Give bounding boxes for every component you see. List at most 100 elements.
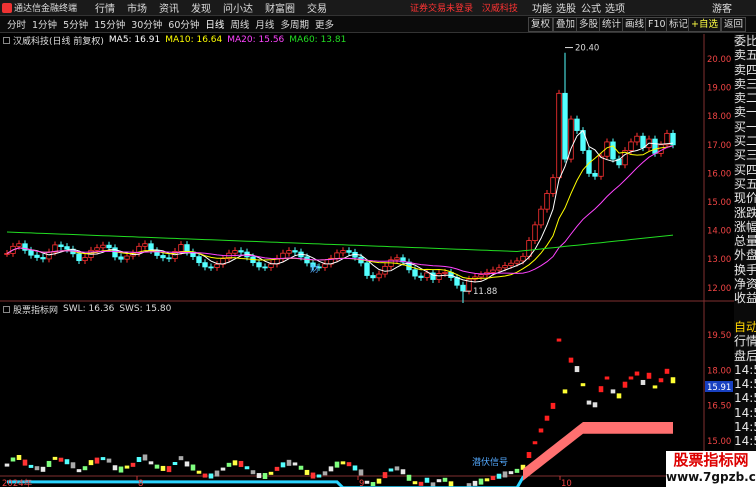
indicator-bar (190, 464, 196, 471)
candle-body (442, 271, 448, 274)
indicator-bar (388, 468, 394, 472)
side-panel-label: 总量 (734, 234, 756, 249)
side-panel-label: 收益 (734, 291, 756, 306)
candle-body (574, 118, 580, 131)
indicator-bar (568, 357, 574, 363)
candle-body (232, 250, 238, 254)
indicator-bar (472, 480, 478, 486)
indicator-bar (280, 462, 286, 468)
candle-body (382, 265, 388, 275)
watermark-title: 股票指标网 (673, 451, 749, 469)
current-price-label: 15.91 (707, 383, 731, 393)
indicator-bar (16, 454, 22, 460)
indicator-bar (502, 471, 508, 478)
site-watermark: 股票指标网 www.7gpzb.com (666, 451, 756, 487)
indicator-bar (598, 386, 604, 393)
date-axis-label: 2024年 (2, 478, 33, 487)
candle-body (118, 256, 124, 260)
indicator-bar (292, 462, 298, 466)
candle-body (76, 253, 82, 262)
indicator-bar (238, 460, 244, 467)
price-axis-label: 16.00 (707, 169, 731, 179)
indicator-bar (376, 478, 382, 484)
side-panel-label: 净资 (734, 277, 756, 292)
candle-body (556, 92, 562, 179)
indicator-bar (286, 459, 292, 466)
candle-body (478, 274, 484, 278)
indicator-bar (268, 471, 274, 475)
indicator-bar (136, 456, 142, 462)
indicator-bar (436, 479, 442, 483)
side-panel-label: 14:50 (734, 362, 756, 377)
indicator-bar (262, 473, 268, 480)
indicator-bar (166, 466, 172, 473)
candle-body (346, 250, 352, 253)
indicator-axis-label: 15.00 (707, 437, 731, 447)
indicator-bar (34, 466, 40, 471)
side-panel-label: 行情 (734, 334, 756, 349)
indicator-bar (550, 402, 556, 409)
indicator-bar (130, 462, 136, 467)
candle-body (418, 275, 424, 278)
indicator-axis-label: 19.50 (707, 331, 731, 341)
indicator-bar (220, 467, 226, 471)
side-panel-label: 现价 (734, 191, 756, 206)
candle-body (256, 262, 262, 268)
candle-body (196, 256, 202, 264)
indicator-bar (442, 477, 448, 482)
indicator-bar (52, 456, 58, 460)
indicator-bar (250, 470, 256, 475)
watermark-url: www.7gpzb.com (666, 470, 756, 484)
price-axis-label: 17.00 (707, 141, 731, 151)
candle-body (652, 138, 658, 154)
indicator-axis-label: 18.00 (707, 366, 731, 376)
indicator-bar (400, 469, 406, 475)
candle-body (592, 172, 598, 177)
indicator-bar (304, 469, 310, 475)
indicator-bar (538, 428, 544, 433)
indicator-bar (364, 480, 370, 484)
indicator-bar (664, 368, 670, 374)
candle-body (142, 243, 148, 247)
indicator-bar (298, 465, 304, 470)
indicator-bar (604, 376, 610, 380)
candle-body (562, 92, 568, 160)
indicator-bar (328, 466, 334, 472)
candle-body (550, 177, 556, 194)
indicator-bar (202, 473, 208, 478)
indicator-bar (10, 457, 16, 462)
candle-body (334, 252, 340, 259)
indicator-bar (4, 463, 10, 467)
indicator-bar (544, 415, 550, 421)
side-panel-label: 买二 (734, 134, 756, 149)
candle-body (520, 255, 526, 262)
candle-body (280, 252, 286, 259)
indicator-bar (622, 381, 628, 388)
indicator-bar (628, 376, 634, 380)
candle-body (202, 262, 208, 268)
candle-body (46, 251, 52, 260)
candle-body (424, 272, 430, 278)
high-label: 20.40 (575, 44, 599, 54)
candle-body (40, 257, 46, 260)
candle-body (460, 284, 466, 292)
indicator-bar (106, 458, 112, 463)
indicator-bar (94, 457, 100, 464)
candle-body (640, 135, 646, 149)
finance-marker: 财 (310, 263, 319, 275)
side-panel-label: 买三 (734, 148, 756, 163)
side-panel-label: 卖二 (734, 91, 756, 106)
indicator-bar (562, 389, 568, 394)
indicator-bar (322, 471, 328, 476)
candle-body (526, 240, 532, 257)
kline-chart[interactable]: 20.00 19.00 18.00 17.00 16.00 15.00 14.00 13.00… (0, 0, 756, 487)
side-panel-label: 14:50 (734, 405, 756, 420)
indicator-bar (646, 372, 652, 379)
indicator-bar (610, 389, 616, 394)
candle-body (634, 135, 640, 143)
candle-body (514, 260, 520, 264)
price-axis-label: 19.00 (707, 84, 731, 94)
indicator-bar (634, 371, 640, 376)
indicator-bar (382, 472, 388, 479)
indicator-bar (256, 473, 262, 479)
